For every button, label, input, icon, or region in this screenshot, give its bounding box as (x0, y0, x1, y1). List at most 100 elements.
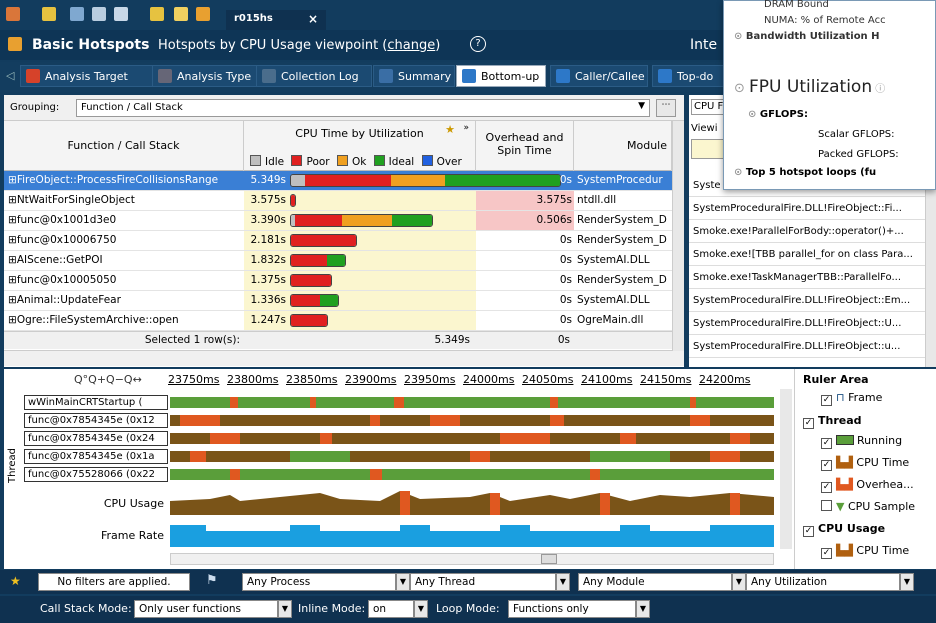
back-arrow-icon[interactable]: ◁ (6, 69, 14, 82)
compare-icon[interactable] (196, 7, 210, 21)
timeline-vscroll[interactable] (780, 389, 792, 549)
thread-label[interactable]: wWinMainCRTStartup ( (24, 395, 168, 410)
thread-track[interactable] (170, 469, 774, 480)
grouping-select[interactable]: Function / Call Stack ▼ (76, 99, 650, 117)
utilization-filter[interactable]: Any Utilization (746, 573, 900, 591)
frame-rate-track[interactable] (170, 519, 774, 547)
thread-track[interactable] (170, 433, 774, 444)
thread-label[interactable]: func@0x75528066 (0x22 (24, 467, 168, 482)
module-filter[interactable]: Any Module (578, 573, 732, 591)
chevron-down-icon[interactable]: ▼ (636, 600, 650, 618)
table-row[interactable]: ⊞func@0x10005050 1.375s 0s RenderSystem_D (4, 271, 678, 291)
column-cpu-time[interactable]: CPU Time by Utilization ★ » Idle Poor Ok… (244, 121, 476, 171)
stack-frame[interactable]: Smoke.exe!ParallelForBody::operator()+..… (689, 221, 925, 243)
expand-icon[interactable]: ⊞ (8, 174, 17, 186)
checkbox-icon[interactable] (821, 500, 832, 511)
tab-summary[interactable]: Summary (373, 65, 455, 87)
thread-track[interactable] (170, 451, 774, 462)
column-module[interactable]: Module (574, 121, 672, 171)
call-stack-mode-select[interactable]: Only user functions (134, 600, 278, 618)
timeline-ruler[interactable]: 23750ms 23800ms 23850ms 23900ms 23950ms 24000… (168, 373, 778, 393)
process-filter[interactable]: Any Process (242, 573, 396, 591)
chevron-down-icon[interactable]: ▼ (396, 573, 410, 591)
checkbox-icon[interactable]: ✓ (803, 418, 814, 429)
legend-running[interactable]: ✓ Running (821, 434, 902, 449)
legend-cpu-time[interactable]: ✓ ▙▟ CPU Time (821, 456, 909, 471)
thread-label[interactable]: func@0x7854345e (0x1a (24, 449, 168, 464)
checkbox-icon[interactable]: ✓ (821, 395, 832, 406)
chevron-down-icon[interactable]: ▼ (900, 573, 914, 591)
thread-filter[interactable]: Any Thread (410, 573, 556, 591)
tab-bottom-up[interactable]: Bottom-up (456, 65, 546, 87)
stack-frame[interactable]: SystemProceduralFire.DLL!FireObject::Em.… (689, 290, 925, 312)
expand-icon[interactable]: ⊞ (8, 234, 17, 246)
expand-icon[interactable]: ⊞ (8, 294, 17, 306)
chevron-down-icon[interactable]: ▼ (278, 600, 292, 618)
tooltip-top5[interactable]: ⊙ Top 5 hotspot loops (fu (734, 167, 876, 178)
table-row[interactable]: ⊞Animal::UpdateFear 1.336s 0s SystemAI.DLL (4, 291, 678, 311)
expand-icon[interactable]: ⊞ (8, 314, 17, 326)
tab-caller-callee[interactable]: Caller/Callee (550, 65, 648, 87)
expand-column-icon[interactable]: » (463, 123, 469, 133)
stack-navigator[interactable] (691, 139, 725, 159)
new-analysis-icon[interactable] (42, 7, 56, 21)
help-icon[interactable]: ? (470, 36, 486, 52)
thread-label[interactable]: func@0x7854345e (0x24 (24, 431, 168, 446)
checkbox-icon[interactable]: ✓ (803, 526, 814, 537)
loop-mode-select[interactable]: Functions only (508, 600, 636, 618)
tab-analysis-target[interactable]: Analysis Target (20, 65, 168, 87)
tooltip-bandwidth[interactable]: ⊙ Bandwidth Utilization H (734, 31, 880, 42)
chevron-down-icon[interactable]: ▼ (414, 600, 428, 618)
legend-frame[interactable]: ✓ ⊓ Frame (821, 391, 882, 406)
expand-icon[interactable]: ⊞ (8, 274, 17, 286)
thread-track[interactable] (170, 415, 774, 426)
legend-cpu-sample[interactable]: ▼ CPU Sample (821, 500, 915, 513)
thread-track[interactable] (170, 397, 774, 408)
open-result-icon[interactable] (174, 7, 188, 21)
stack-frame[interactable]: Smoke.exe![TBB parallel_for on class Par… (689, 244, 925, 266)
timeline-hscroll[interactable] (170, 553, 774, 565)
vertical-scrollbar[interactable] (925, 185, 936, 367)
table-row[interactable]: ⊞FireObject::ProcessFireCollisionsRange 5… (4, 171, 678, 191)
stack-frame[interactable]: Smoke.exe!TaskManagerTBB::ParallelFo... (689, 267, 925, 289)
table-row[interactable]: ⊞func@0x10006750 2.181s 0s RenderSystem_D (4, 231, 678, 251)
column-function[interactable]: Function / Call Stack (4, 121, 244, 171)
chevron-down-icon[interactable]: ▼ (732, 573, 746, 591)
legend-cpu-time-2[interactable]: ✓ ▙▟ CPU Time (821, 544, 909, 559)
legend-overhead[interactable]: ✓ ▙▟ Overhea... (821, 478, 914, 493)
checkbox-icon[interactable]: ✓ (821, 438, 832, 449)
checkbox-icon[interactable]: ✓ (821, 482, 832, 493)
table-row[interactable]: ⊞func@0x1001d3e0 3.390s 0.506s RenderSystem… (4, 211, 678, 231)
zoom-controls[interactable]: Q°Q+Q−Q↔ (74, 373, 142, 386)
tooltip-gflops[interactable]: ⊙ GFLOPS: (748, 109, 808, 120)
expand-icon[interactable]: ⊞ (8, 194, 17, 206)
change-viewpoint-link[interactable]: change (387, 38, 435, 53)
legend-thread[interactable]: ✓ Thread (803, 414, 862, 429)
table-row[interactable]: ⊞NtWaitForSingleObject 3.575s 3.575s ntdll.… (4, 191, 678, 211)
close-icon[interactable]: × (308, 12, 318, 26)
scroll-thumb[interactable] (541, 554, 557, 564)
table-row[interactable]: ⊞AIScene::GetPOI 1.832s 0s SystemAI.DLL (4, 251, 678, 271)
checkbox-icon[interactable]: ✓ (821, 460, 832, 471)
tab-collection-log[interactable]: Collection Log (256, 65, 372, 87)
legend-cpu-usage[interactable]: ✓ CPU Usage (803, 522, 885, 537)
cpu-usage-track[interactable] (170, 487, 774, 515)
tooltip-fpu[interactable]: ⊙ FPU Utilization ⓘ (734, 77, 885, 97)
settings-icon[interactable] (114, 7, 128, 21)
stack-frame[interactable]: SystemProceduralFire.DLL!FireObject::u..… (689, 336, 925, 358)
chevron-down-icon[interactable]: ▼ (556, 573, 570, 591)
open-project-icon[interactable] (70, 7, 84, 21)
inline-mode-select[interactable]: on (368, 600, 414, 618)
table-row[interactable]: ⊞Ogre::FileSystemArchive::open 1.247s 0s Og… (4, 311, 678, 331)
result-tab[interactable]: r015hs × (226, 10, 326, 31)
vertical-scrollbar[interactable] (672, 121, 684, 351)
expand-icon[interactable]: ⊞ (8, 254, 17, 266)
new-project-icon[interactable] (92, 7, 106, 21)
tab-top-down[interactable]: Top-do (652, 65, 726, 87)
horizontal-scrollbar[interactable] (4, 350, 684, 366)
stack-frame[interactable]: SystemProceduralFire.DLL!FireObject::U..… (689, 313, 925, 335)
filter-icon[interactable]: ⚑ (206, 573, 218, 588)
start-icon[interactable] (150, 7, 164, 21)
grouping-options-button[interactable]: ⋯ (656, 99, 676, 117)
stack-frame[interactable]: SystemProceduralFire.DLL!FireObject::Fi.… (689, 198, 925, 220)
